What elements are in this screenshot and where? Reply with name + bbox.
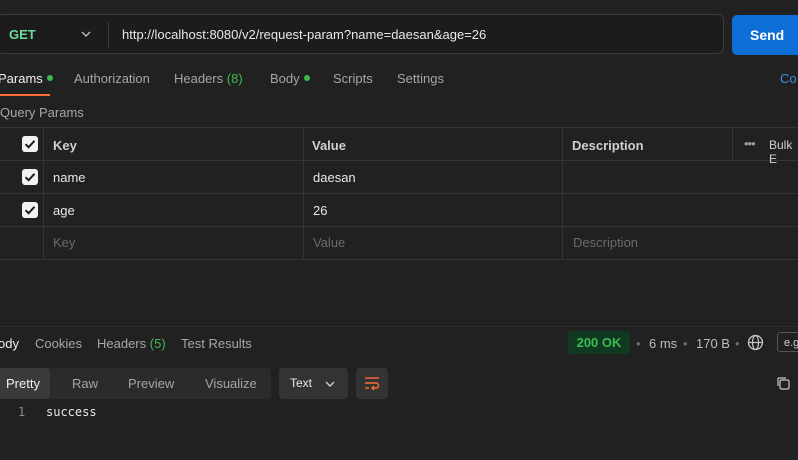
tab-test-results[interactable]: Test Results <box>181 336 252 351</box>
row-divider <box>0 193 798 194</box>
tab-settings[interactable]: Settings <box>397 71 444 86</box>
method-select[interactable]: GET <box>9 27 36 42</box>
tab-response-headers-label: Headers <box>97 336 147 351</box>
send-button[interactable]: Send <box>732 15 798 55</box>
row-checkbox[interactable] <box>22 202 38 218</box>
new-description-input[interactable]: Description <box>573 235 638 250</box>
response-size[interactable]: 170 B <box>696 336 730 351</box>
response-time[interactable]: 6 ms <box>649 336 677 351</box>
tab-params[interactable]: Params <box>0 71 53 86</box>
format-label: Text <box>290 376 313 390</box>
separator-dot: • <box>683 336 688 351</box>
response-body-text[interactable]: success <box>46 405 97 419</box>
separator-dot: • <box>735 336 740 351</box>
view-pretty[interactable]: Pretty <box>6 376 40 391</box>
status-badge[interactable]: 200 OK <box>568 331 630 354</box>
url-input[interactable]: http://localhost:8080/v2/request-param?n… <box>122 27 486 42</box>
separator-dot: • <box>636 336 641 351</box>
row-checkbox[interactable] <box>22 169 38 185</box>
response-headers-count: (5) <box>149 336 166 351</box>
param-key[interactable]: age <box>53 203 75 218</box>
copy-icon[interactable] <box>776 376 791 394</box>
row-divider <box>0 160 798 161</box>
response-divider <box>0 326 798 327</box>
tab-authorization[interactable]: Authorization <box>74 71 150 86</box>
column-divider <box>732 128 733 161</box>
column-divider <box>43 128 44 260</box>
url-divider <box>108 22 109 48</box>
param-key[interactable]: name <box>53 170 86 185</box>
check-icon <box>24 206 36 215</box>
view-preview[interactable]: Preview <box>128 376 174 391</box>
param-value[interactable]: 26 <box>313 203 327 218</box>
view-raw[interactable]: Raw <box>72 376 98 391</box>
tab-response-cookies[interactable]: Cookies <box>35 336 82 351</box>
params-indicator <box>46 75 53 81</box>
globe-icon[interactable] <box>747 334 764 354</box>
new-value-input[interactable]: Value <box>313 235 345 250</box>
tab-scripts[interactable]: Scripts <box>333 71 373 86</box>
save-response-button[interactable]: e.g <box>777 332 798 352</box>
chevron-down-icon[interactable] <box>80 28 92 43</box>
line-number: 1 <box>18 405 26 419</box>
col-description: Description <box>572 138 644 153</box>
select-all-checkbox[interactable] <box>22 136 38 152</box>
tab-response-body[interactable]: ody <box>0 336 19 351</box>
tab-body-label: Body <box>270 71 300 86</box>
query-params-title: Query Params <box>0 105 84 120</box>
params-table <box>0 127 798 261</box>
check-icon <box>24 173 36 182</box>
tab-params-label: Params <box>0 71 43 86</box>
check-icon <box>24 140 36 149</box>
row-divider <box>0 259 798 260</box>
tab-body[interactable]: Body <box>270 71 310 86</box>
row-divider <box>0 226 798 227</box>
more-options-icon[interactable]: ••• <box>744 136 756 151</box>
tab-headers-label: Headers <box>174 71 224 86</box>
chevron-down-icon <box>324 378 336 393</box>
wrap-icon <box>365 377 380 391</box>
view-visualize[interactable]: Visualize <box>205 376 257 391</box>
cookies-link[interactable]: Co <box>780 71 797 86</box>
column-divider <box>303 128 304 260</box>
tab-response-headers[interactable]: Headers (5) <box>97 336 166 351</box>
bulk-edit-link[interactable]: Bulk E <box>769 138 798 166</box>
new-key-input[interactable]: Key <box>53 235 75 250</box>
column-divider <box>562 128 563 260</box>
wrap-lines-button[interactable] <box>356 368 388 399</box>
body-indicator <box>303 75 310 81</box>
tab-headers[interactable]: Headers (8) <box>174 71 243 86</box>
headers-count: (8) <box>226 71 243 86</box>
col-key: Key <box>53 138 77 153</box>
param-value[interactable]: daesan <box>313 170 356 185</box>
active-tab-underline <box>0 94 50 96</box>
col-value: Value <box>312 138 346 153</box>
